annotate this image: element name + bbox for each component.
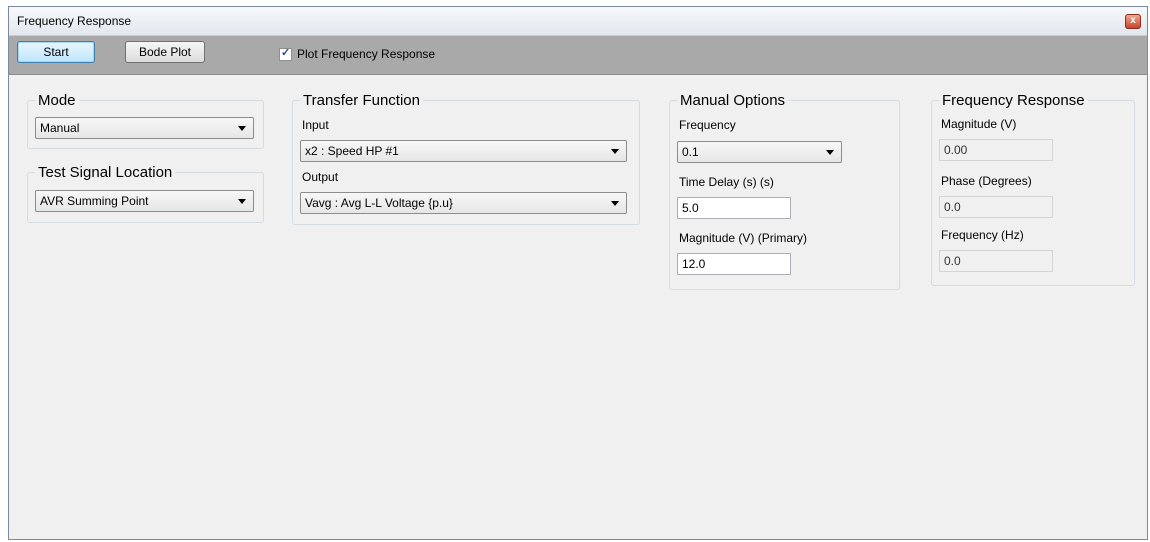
test-signal-location-group: Test Signal Location AVR Summing Point bbox=[27, 164, 264, 223]
magnitude-input[interactable]: 12.0 bbox=[677, 253, 791, 275]
test-signal-location-legend: Test Signal Location bbox=[35, 164, 176, 181]
magnitude-label: Magnitude (V) (Primary) bbox=[679, 231, 808, 245]
frequency-response-window: Frequency Response x Start Bode Plot Plo… bbox=[8, 6, 1148, 540]
start-button[interactable]: Start bbox=[17, 41, 95, 63]
mode-legend: Mode bbox=[35, 92, 79, 109]
transfer-function-legend: Transfer Function bbox=[300, 92, 423, 109]
close-button[interactable]: x bbox=[1125, 14, 1141, 29]
time-delay-input[interactable]: 5.0 bbox=[677, 197, 791, 219]
window-title: Frequency Response bbox=[17, 14, 132, 28]
manual-options-legend: Manual Options bbox=[677, 92, 789, 109]
input-select[interactable]: x2 : Speed HP #1 bbox=[300, 140, 627, 162]
plot-frequency-response-label: Plot Frequency Response bbox=[297, 47, 436, 61]
input-select-value: x2 : Speed HP #1 bbox=[305, 144, 399, 158]
test-signal-location-select[interactable]: AVR Summing Point bbox=[35, 190, 254, 212]
output-select[interactable]: Vavg : Avg L-L Voltage {p.u} bbox=[300, 192, 627, 214]
chevron-down-icon bbox=[611, 149, 619, 154]
result-magnitude-value: 0.00 bbox=[939, 139, 1053, 161]
frequency-label: Frequency bbox=[679, 118, 736, 132]
toolbar: Start Bode Plot Plot Frequency Response bbox=[9, 36, 1147, 75]
chevron-down-icon bbox=[611, 201, 619, 206]
plot-frequency-response-checkbox[interactable] bbox=[279, 46, 292, 61]
result-frequency-label: Frequency (Hz) bbox=[941, 228, 1024, 242]
time-delay-label: Time Delay (s) (s) bbox=[679, 175, 774, 189]
plot-frequency-response-checkbox-row[interactable]: Plot Frequency Response bbox=[279, 46, 436, 61]
output-label: Output bbox=[302, 170, 339, 184]
chevron-down-icon bbox=[238, 199, 246, 204]
output-select-value: Vavg : Avg L-L Voltage {p.u} bbox=[305, 196, 453, 210]
result-frequency-value: 0.0 bbox=[939, 250, 1053, 272]
result-phase-value: 0.0 bbox=[939, 196, 1053, 218]
input-label: Input bbox=[302, 118, 329, 132]
result-magnitude-label: Magnitude (V) bbox=[941, 117, 1017, 131]
bode-plot-button[interactable]: Bode Plot bbox=[125, 41, 205, 63]
mode-select-value: Manual bbox=[40, 121, 80, 135]
frequency-response-group: Frequency Response Magnitude (V) 0.00 Ph… bbox=[931, 92, 1135, 286]
transfer-function-group: Transfer Function Input x2 : Speed HP #1… bbox=[292, 92, 640, 225]
chevron-down-icon bbox=[238, 126, 246, 131]
test-signal-location-value: AVR Summing Point bbox=[40, 194, 149, 208]
mode-select[interactable]: Manual bbox=[35, 117, 254, 139]
title-bar[interactable]: Frequency Response x bbox=[9, 7, 1147, 36]
result-phase-label: Phase (Degrees) bbox=[941, 174, 1032, 188]
mode-group: Mode Manual bbox=[27, 92, 264, 149]
close-icon: x bbox=[1130, 15, 1136, 26]
frequency-response-legend: Frequency Response bbox=[939, 92, 1088, 109]
chevron-down-icon bbox=[826, 150, 834, 155]
frequency-select[interactable]: 0.1 bbox=[677, 141, 842, 163]
frequency-select-value: 0.1 bbox=[682, 145, 699, 159]
manual-options-group: Manual Options Frequency 0.1 Time Delay … bbox=[669, 92, 900, 290]
